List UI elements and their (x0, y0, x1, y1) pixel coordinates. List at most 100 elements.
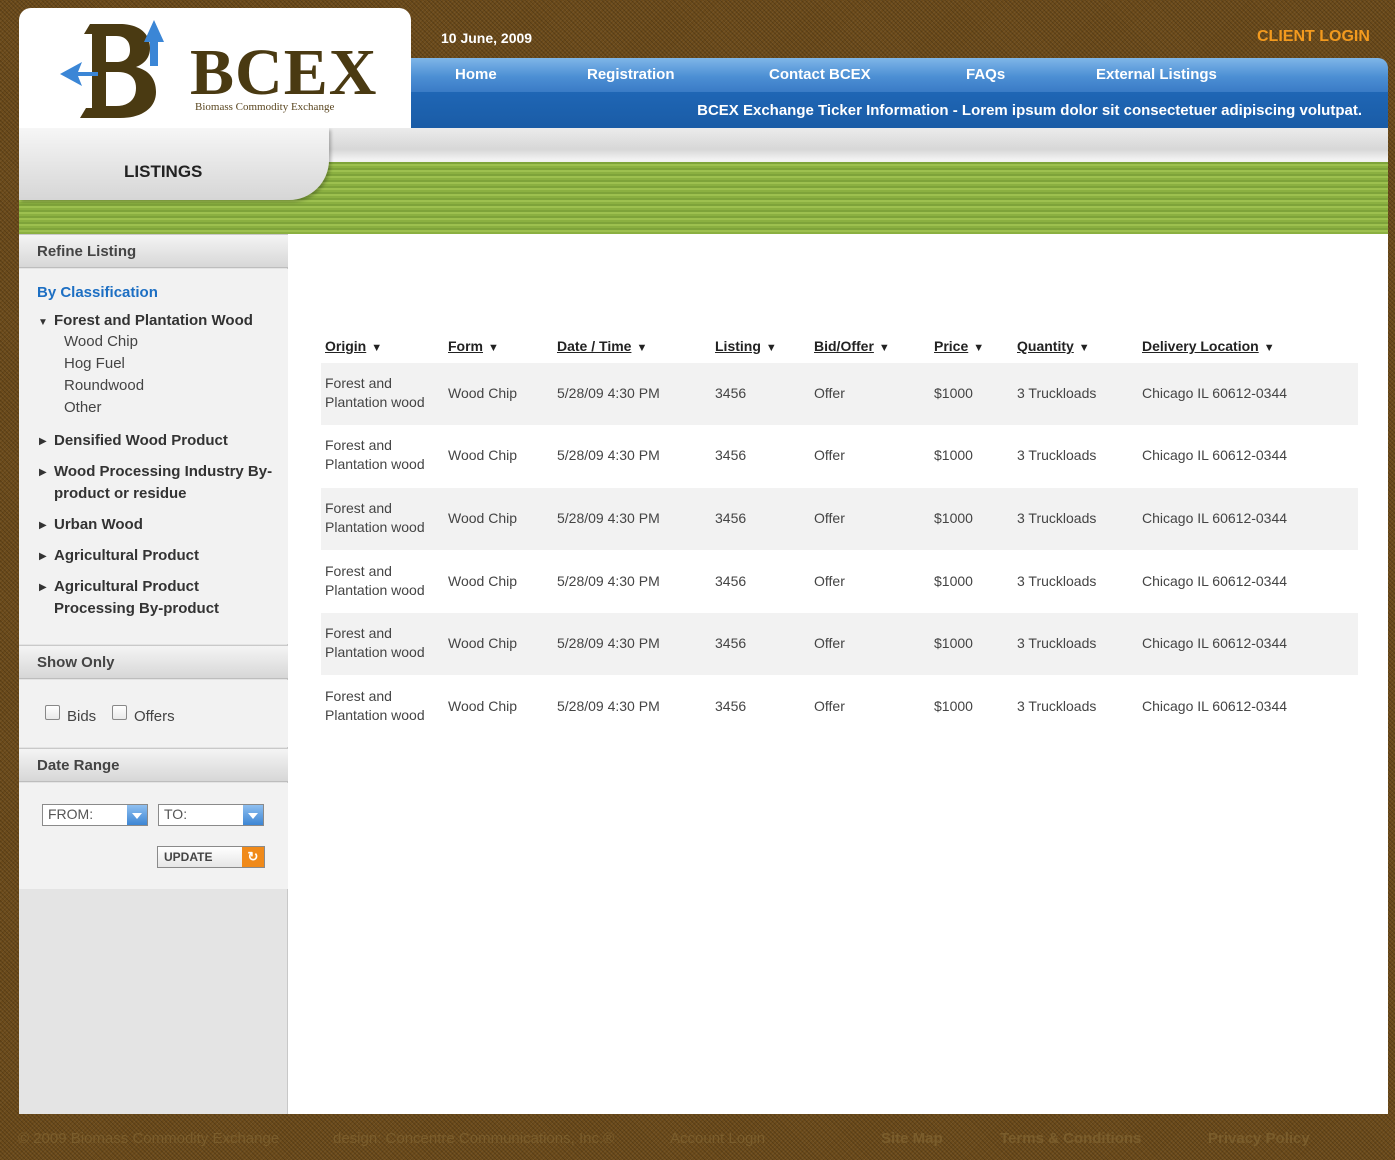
nav-external-listings[interactable]: External Listings (1096, 66, 1217, 83)
footer-account-login[interactable]: Account Login (670, 1130, 765, 1147)
nav-registration[interactable]: Registration (587, 66, 675, 83)
origin-line-1: Forest and (325, 563, 392, 579)
bcex-logo-icon[interactable] (58, 12, 168, 122)
origin-line-1: Forest and (325, 688, 392, 704)
listings-table: Origin ▼ Form ▼ Date / Time ▼ Listing ▼ Bid/… (288, 234, 1388, 1114)
sort-arrow-icon: ▼ (765, 342, 777, 354)
cell-form: Wood Chip (448, 510, 518, 526)
cell-form: Wood Chip (448, 635, 518, 651)
footer-site-map[interactable]: Site Map (881, 1130, 943, 1147)
category-densified-wood[interactable]: Densified Wood Product (54, 430, 228, 452)
cell-price: $1000 (934, 635, 973, 651)
footer: © 2009 Biomass Commodity Exchange design… (0, 1118, 1395, 1160)
sort-form[interactable]: Form ▼ (448, 338, 499, 354)
sort-delivery-location[interactable]: Delivery Location ▼ (1142, 338, 1275, 354)
bids-checkbox[interactable] (45, 705, 60, 720)
nav-contact[interactable]: Contact BCEX (769, 66, 871, 83)
ticker-bar: BCEX Exchange Ticker Information - Lorem… (411, 92, 1388, 128)
update-button[interactable]: UPDATE ↻ (157, 846, 265, 868)
origin-line-1: Forest and (325, 375, 392, 391)
origin-line-2: Plantation wood (325, 644, 425, 660)
origin-line-2: Plantation wood (325, 456, 425, 472)
collapsed-triangle-icon[interactable]: ▶ (39, 436, 47, 447)
category-forest-plantation[interactable]: Forest and Plantation Wood (54, 310, 253, 332)
origin-line-2: Plantation wood (325, 519, 425, 535)
category-agricultural-byproduct[interactable]: Agricultural Product Processing By-produ… (54, 576, 254, 620)
sort-arrow-icon: ▼ (1263, 342, 1275, 354)
cell-price: $1000 (934, 385, 973, 401)
expanded-triangle-icon[interactable]: ▼ (38, 317, 48, 328)
category-agricultural-product[interactable]: Agricultural Product (54, 545, 199, 567)
cell-bid-offer: Offer (814, 510, 845, 526)
bids-label: Bids (67, 708, 97, 725)
subcategory-hog-fuel[interactable]: Hog Fuel (64, 353, 125, 375)
origin-line-1: Forest and (325, 625, 392, 641)
client-login-link[interactable]: CLIENT LOGIN (1257, 28, 1370, 46)
sort-price[interactable]: Price ▼ (934, 338, 984, 354)
table-row[interactable]: Forest and Plantation wood Wood Chip 5/28/0… (321, 363, 1358, 425)
show-only-header: Show Only (19, 645, 288, 679)
table-row[interactable]: Forest and Plantation wood Wood Chip 5/28/0… (321, 551, 1358, 613)
nav-home[interactable]: Home (455, 66, 497, 83)
update-label: UPDATE (164, 850, 213, 864)
cell-quantity: 3 Truckloads (1017, 510, 1097, 526)
collapsed-triangle-icon[interactable]: ▶ (39, 520, 47, 531)
cell-bid-offer: Offer (814, 447, 845, 463)
cell-delivery-location: Chicago IL 60612-0344 (1142, 573, 1288, 589)
cell-form: Wood Chip (448, 385, 518, 401)
cell-quantity: 3 Truckloads (1017, 385, 1097, 401)
collapsed-triangle-icon[interactable]: ▶ (39, 551, 47, 562)
origin-line-2: Plantation wood (325, 707, 425, 723)
sort-arrow-icon: ▼ (973, 342, 985, 354)
table-row[interactable]: Forest and Plantation wood Wood Chip 5/28/0… (321, 425, 1358, 487)
sort-arrow-icon: ▼ (878, 342, 890, 354)
title-band: LISTINGS (19, 128, 1388, 234)
cell-delivery-location: Chicago IL 60612-0344 (1142, 447, 1288, 463)
sort-listing[interactable]: Listing ▼ (715, 338, 777, 354)
cell-bid-offer: Offer (814, 385, 845, 401)
footer-design-credit[interactable]: design: Concentre Communications, Inc.® (333, 1130, 614, 1147)
cell-bid-offer: Offer (814, 698, 845, 714)
cell-listing: 3456 (715, 698, 747, 714)
subcategory-roundwood[interactable]: Roundwood (64, 375, 144, 397)
subcategory-wood-chip[interactable]: Wood Chip (64, 331, 138, 353)
nav-faqs[interactable]: FAQs (966, 66, 1005, 83)
cell-delivery-location: Chicago IL 60612-0344 (1142, 510, 1288, 526)
from-date-select[interactable]: FROM: (42, 804, 148, 826)
cell-listing: 3456 (715, 510, 747, 526)
refresh-icon: ↻ (242, 847, 264, 867)
offers-checkbox[interactable] (112, 705, 127, 720)
cell-bid-offer: Offer (814, 573, 845, 589)
table-row[interactable]: Forest and Plantation wood Wood Chip 5/28/0… (321, 613, 1358, 675)
category-urban-wood[interactable]: Urban Wood (54, 514, 143, 536)
footer-copyright: © 2009 Biomass Commodity Exchange (18, 1130, 280, 1147)
show-only-panel: Bids Offers (19, 680, 288, 747)
cell-price: $1000 (934, 447, 973, 463)
cell-listing: 3456 (715, 573, 747, 589)
sort-arrow-icon: ▼ (371, 342, 383, 354)
cell-listing: 3456 (715, 447, 747, 463)
sort-origin[interactable]: Origin ▼ (325, 338, 382, 354)
collapsed-triangle-icon[interactable]: ▶ (39, 467, 47, 478)
date-range-title: Date Range (37, 757, 120, 774)
sort-bid-offer[interactable]: Bid/Offer ▼ (814, 338, 890, 354)
cell-origin: Forest and Plantation wood (325, 436, 425, 474)
collapsed-triangle-icon[interactable]: ▶ (39, 582, 47, 593)
footer-terms[interactable]: Terms & Conditions (1000, 1130, 1141, 1147)
table-row[interactable]: Forest and Plantation wood Wood Chip 5/28/0… (321, 488, 1358, 550)
subcategory-other[interactable]: Other (64, 397, 102, 419)
cell-quantity: 3 Truckloads (1017, 635, 1097, 651)
to-label: TO: (164, 806, 188, 822)
category-wood-processing[interactable]: Wood Processing Industry By-product or r… (54, 461, 274, 505)
classification-panel: By Classification ▼ Forest and Plantatio… (19, 269, 288, 644)
sort-quantity[interactable]: Quantity ▼ (1017, 338, 1090, 354)
ticker-text: BCEX Exchange Ticker Information - Lorem… (697, 102, 1362, 119)
cell-date-time: 5/28/09 4:30 PM (557, 385, 660, 401)
cell-bid-offer: Offer (814, 635, 845, 651)
sort-date-time[interactable]: Date / Time ▼ (557, 338, 647, 354)
footer-privacy[interactable]: Privacy Policy (1208, 1130, 1310, 1147)
to-date-select[interactable]: TO: (158, 804, 264, 826)
cell-listing: 3456 (715, 635, 747, 651)
table-row[interactable]: Forest and Plantation wood Wood Chip 5/28/0… (321, 676, 1358, 738)
cell-quantity: 3 Truckloads (1017, 573, 1097, 589)
